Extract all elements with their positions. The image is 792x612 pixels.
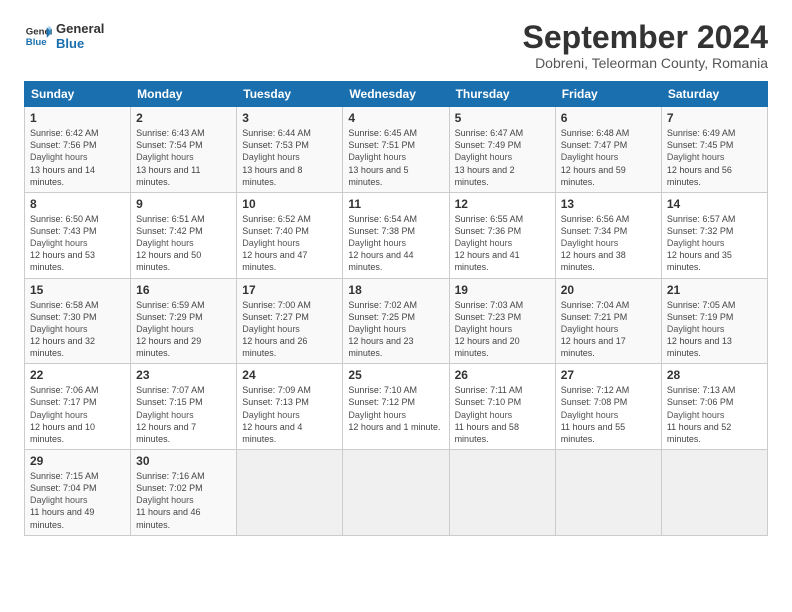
table-row <box>555 450 661 536</box>
table-row: 27Sunrise: 7:12 AMSunset: 7:08 PMDayligh… <box>555 364 661 450</box>
table-row: 3Sunrise: 6:44 AMSunset: 7:53 PMDaylight… <box>237 107 343 193</box>
table-row <box>237 450 343 536</box>
col-header-saturday: Saturday <box>661 82 767 107</box>
table-row: 5Sunrise: 6:47 AMSunset: 7:49 PMDaylight… <box>449 107 555 193</box>
table-row: 8Sunrise: 6:50 AMSunset: 7:43 PMDaylight… <box>25 192 131 278</box>
table-row: 6Sunrise: 6:48 AMSunset: 7:47 PMDaylight… <box>555 107 661 193</box>
svg-text:Blue: Blue <box>26 37 47 48</box>
col-header-thursday: Thursday <box>449 82 555 107</box>
table-row <box>449 450 555 536</box>
table-row: 23Sunrise: 7:07 AMSunset: 7:15 PMDayligh… <box>131 364 237 450</box>
table-row: 16Sunrise: 6:59 AMSunset: 7:29 PMDayligh… <box>131 278 237 364</box>
table-row: 12Sunrise: 6:55 AMSunset: 7:36 PMDayligh… <box>449 192 555 278</box>
table-row: 2Sunrise: 6:43 AMSunset: 7:54 PMDaylight… <box>131 107 237 193</box>
logo-blue: Blue <box>56 37 104 52</box>
table-row: 19Sunrise: 7:03 AMSunset: 7:23 PMDayligh… <box>449 278 555 364</box>
table-row: 7Sunrise: 6:49 AMSunset: 7:45 PMDaylight… <box>661 107 767 193</box>
location: Dobreni, Teleorman County, Romania <box>523 55 768 71</box>
title-block: September 2024 Dobreni, Teleorman County… <box>523 20 768 71</box>
table-row: 24Sunrise: 7:09 AMSunset: 7:13 PMDayligh… <box>237 364 343 450</box>
col-header-sunday: Sunday <box>25 82 131 107</box>
table-row: 13Sunrise: 6:56 AMSunset: 7:34 PMDayligh… <box>555 192 661 278</box>
col-header-wednesday: Wednesday <box>343 82 449 107</box>
table-row: 10Sunrise: 6:52 AMSunset: 7:40 PMDayligh… <box>237 192 343 278</box>
calendar-page: General Blue General Blue September 2024… <box>0 0 792 612</box>
col-header-friday: Friday <box>555 82 661 107</box>
table-row: 20Sunrise: 7:04 AMSunset: 7:21 PMDayligh… <box>555 278 661 364</box>
logo: General Blue General Blue <box>24 20 104 52</box>
table-row: 4Sunrise: 6:45 AMSunset: 7:51 PMDaylight… <box>343 107 449 193</box>
table-row: 30Sunrise: 7:16 AMSunset: 7:02 PMDayligh… <box>131 450 237 536</box>
col-header-tuesday: Tuesday <box>237 82 343 107</box>
header: General Blue General Blue September 2024… <box>24 20 768 71</box>
logo-icon: General Blue <box>24 22 52 50</box>
calendar-table: SundayMondayTuesdayWednesdayThursdayFrid… <box>24 81 768 536</box>
table-row <box>661 450 767 536</box>
table-row: 15Sunrise: 6:58 AMSunset: 7:30 PMDayligh… <box>25 278 131 364</box>
col-header-monday: Monday <box>131 82 237 107</box>
table-row: 11Sunrise: 6:54 AMSunset: 7:38 PMDayligh… <box>343 192 449 278</box>
table-row: 21Sunrise: 7:05 AMSunset: 7:19 PMDayligh… <box>661 278 767 364</box>
table-row: 26Sunrise: 7:11 AMSunset: 7:10 PMDayligh… <box>449 364 555 450</box>
table-row: 1Sunrise: 6:42 AMSunset: 7:56 PMDaylight… <box>25 107 131 193</box>
table-row: 29Sunrise: 7:15 AMSunset: 7:04 PMDayligh… <box>25 450 131 536</box>
table-row: 22Sunrise: 7:06 AMSunset: 7:17 PMDayligh… <box>25 364 131 450</box>
table-row <box>343 450 449 536</box>
logo-general: General <box>56 22 104 37</box>
table-row: 17Sunrise: 7:00 AMSunset: 7:27 PMDayligh… <box>237 278 343 364</box>
month-title: September 2024 <box>523 20 768 55</box>
table-row: 9Sunrise: 6:51 AMSunset: 7:42 PMDaylight… <box>131 192 237 278</box>
table-row: 14Sunrise: 6:57 AMSunset: 7:32 PMDayligh… <box>661 192 767 278</box>
table-row: 25Sunrise: 7:10 AMSunset: 7:12 PMDayligh… <box>343 364 449 450</box>
table-row: 28Sunrise: 7:13 AMSunset: 7:06 PMDayligh… <box>661 364 767 450</box>
table-row: 18Sunrise: 7:02 AMSunset: 7:25 PMDayligh… <box>343 278 449 364</box>
